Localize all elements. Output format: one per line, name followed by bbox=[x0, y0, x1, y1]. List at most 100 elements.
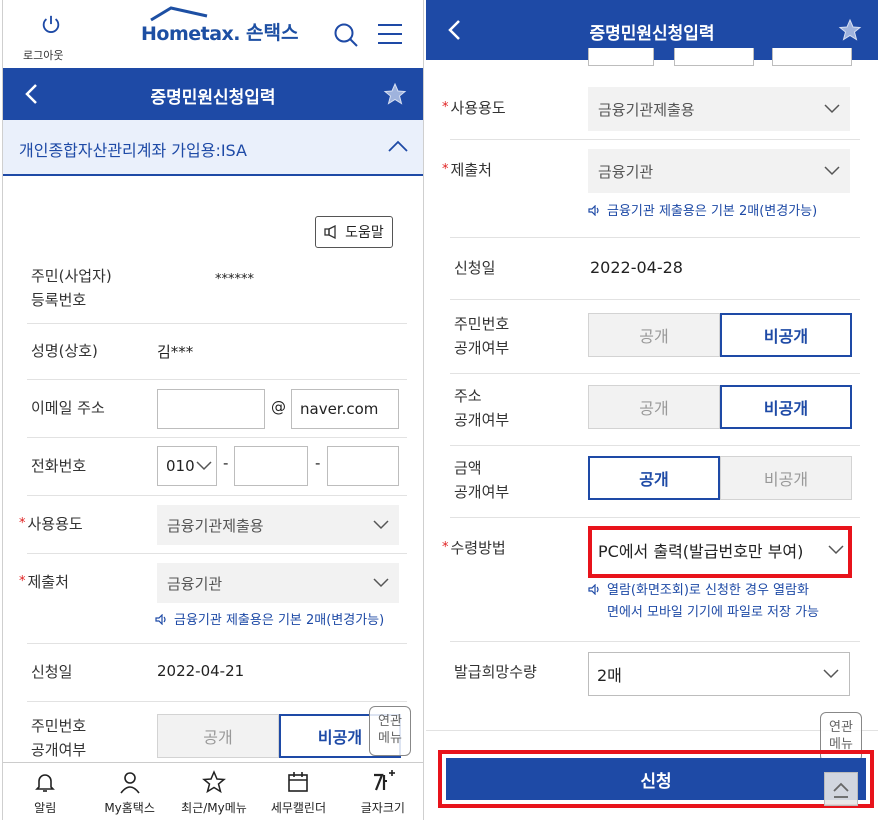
usage-label: * 사용용도 bbox=[442, 99, 506, 117]
amount-private-toggle[interactable]: 비공개 bbox=[720, 456, 852, 500]
email-row: 이메일 주소 @ naver.com bbox=[27, 380, 407, 438]
rrn-disclose-label: 주민번호 공개여부 bbox=[454, 315, 510, 357]
resident-number-row: 주민(사업자) 등록번호 ****** bbox=[27, 258, 407, 324]
rrn-private-toggle[interactable]: 비공개 bbox=[720, 313, 852, 357]
related-menu-button[interactable]: 연관 메뉴 bbox=[369, 706, 411, 756]
date-value: 2022-04-21 bbox=[157, 662, 245, 680]
usage-label: * 사용용도 bbox=[19, 515, 83, 533]
usage-select[interactable]: 금융기관제출용 bbox=[157, 505, 399, 545]
partial-input-3[interactable] bbox=[772, 48, 852, 66]
favorite-star-icon[interactable] bbox=[383, 82, 407, 106]
chevron-down-icon bbox=[823, 669, 839, 679]
nav-alert[interactable]: 알림 bbox=[3, 763, 87, 820]
help-button[interactable]: 도움말 bbox=[315, 216, 393, 248]
submit-to-select[interactable]: 금융기관 bbox=[157, 563, 399, 603]
title-bar: 증명민원신청입력 bbox=[3, 68, 423, 120]
power-icon bbox=[42, 15, 60, 33]
required-mark: * bbox=[442, 162, 449, 177]
hamburger-menu-icon[interactable] bbox=[377, 22, 403, 46]
public-toggle[interactable]: 공개 bbox=[157, 714, 279, 758]
email-id-input[interactable] bbox=[157, 389, 265, 429]
favorite-star-icon[interactable] bbox=[838, 18, 862, 42]
rrn-public-toggle[interactable]: 공개 bbox=[588, 313, 720, 357]
roof-icon bbox=[150, 6, 208, 22]
top-header: 로그아웃 Hometax. 손택스 bbox=[3, 0, 423, 68]
calendar-icon bbox=[288, 772, 309, 792]
required-mark: * bbox=[442, 540, 449, 555]
logo-sontax-text: 손택스 bbox=[246, 22, 299, 44]
rrn-disclose-label: 주민번호 공개여부 bbox=[31, 717, 87, 759]
submit-to-label: * 제출처 bbox=[19, 573, 69, 591]
required-mark: * bbox=[442, 100, 449, 115]
section-title: 개인종합자산관리계좌 가입용:ISA bbox=[19, 141, 247, 160]
date-label: 신청일 bbox=[31, 663, 73, 681]
address-private-toggle[interactable]: 비공개 bbox=[720, 385, 852, 429]
resident-number-value: ****** bbox=[215, 272, 254, 287]
hometax-logo[interactable]: Hometax. 손택스 bbox=[141, 6, 299, 45]
person-icon bbox=[119, 772, 140, 794]
sound-icon bbox=[588, 584, 599, 595]
section-accordion-header[interactable]: 개인종합자산관리계좌 가입용:ISA bbox=[3, 120, 423, 176]
amount-public-toggle[interactable]: 공개 bbox=[588, 456, 720, 500]
sound-icon bbox=[588, 205, 599, 216]
usage-select[interactable]: 금융기관제출용 bbox=[588, 87, 850, 131]
phone-dash-1: - bbox=[223, 454, 229, 472]
date-value: 2022-04-28 bbox=[590, 258, 683, 277]
submit-button[interactable]: 신청 bbox=[446, 758, 866, 800]
chevron-down-icon bbox=[373, 578, 389, 588]
nav-font-size[interactable]: 글자크기 bbox=[341, 763, 423, 820]
submit-to-row: * 제출처 금융기관 금융기관 제출용은 기본 2매(변경가능) bbox=[442, 140, 860, 238]
logo-hometax-text: Hometax. bbox=[141, 23, 241, 45]
chevron-down-icon bbox=[824, 166, 840, 176]
phone-row: 전화번호 010 - - bbox=[27, 438, 407, 496]
nav-my-hometax[interactable]: My홈택스 bbox=[87, 763, 171, 820]
date-row: 신청일 2022-04-21 bbox=[27, 644, 407, 702]
logout-button[interactable]: 로그아웃 bbox=[23, 14, 79, 62]
star-icon bbox=[202, 770, 226, 794]
chevron-down-icon bbox=[824, 104, 840, 114]
bottom-nav: 알림 My홈택스 최근/My메뉴 세무캘린더 글자크기 bbox=[3, 762, 423, 820]
date-row: 신청일 2022-04-28 bbox=[450, 238, 860, 300]
email-domain-input[interactable]: naver.com bbox=[291, 389, 399, 429]
logout-label: 로그아웃 bbox=[23, 49, 64, 62]
partial-input-2[interactable] bbox=[674, 48, 754, 66]
search-icon[interactable] bbox=[333, 22, 359, 48]
copies-note: 금융기관 제출용은 기본 2매(변경가능) bbox=[588, 201, 817, 223]
submit-to-select[interactable]: 금융기관 bbox=[588, 149, 850, 193]
phone-last-input[interactable] bbox=[327, 446, 399, 486]
page-title: 증명민원신청입력 bbox=[150, 88, 276, 108]
required-mark: * bbox=[19, 516, 26, 531]
phone-middle-input[interactable] bbox=[234, 446, 308, 486]
usage-row: * 사용용도 금융기관제출용 bbox=[19, 496, 407, 554]
phone-label: 전화번호 bbox=[31, 457, 87, 475]
chevron-down-icon bbox=[196, 461, 212, 471]
copies-label: 발급희망수량 bbox=[454, 663, 537, 681]
scroll-to-top-button[interactable] bbox=[824, 772, 858, 806]
page-title: 증명민원신청입력 bbox=[589, 24, 715, 44]
email-label: 이메일 주소 bbox=[31, 399, 105, 417]
email-at-sign: @ bbox=[271, 398, 286, 416]
chevron-down-icon bbox=[373, 520, 389, 530]
rrn-disclose-row: 주민번호 공개여부 공개 비공개 bbox=[450, 300, 860, 374]
nav-tax-calendar[interactable]: 세무캘린더 bbox=[256, 763, 340, 820]
left-screen: 로그아웃 Hometax. 손택스 증명민원신청입력 개인종합자산관리계좌 가입… bbox=[2, 0, 424, 820]
name-value: 김*** bbox=[157, 343, 194, 361]
copies-row: 발급희망수량 2매 bbox=[450, 642, 860, 708]
chevron-up-icon bbox=[388, 140, 408, 152]
sound-icon bbox=[155, 614, 166, 625]
nav-recent-menu[interactable]: 최근/My메뉴 bbox=[172, 763, 256, 820]
copies-select[interactable]: 2매 bbox=[588, 652, 850, 696]
speaker-icon bbox=[324, 225, 336, 239]
divider bbox=[426, 730, 878, 731]
phone-prefix-select[interactable]: 010 bbox=[157, 446, 217, 486]
partial-input-1[interactable] bbox=[588, 48, 654, 66]
right-screen: 증명민원신청입력 * 사용용도 금융기관제출용 * 제출처 금융기관 금융기관 제출… bbox=[426, 0, 878, 820]
address-disclose-row: 주소 공개여부 공개 비공개 bbox=[450, 374, 860, 446]
address-public-toggle[interactable]: 공개 bbox=[588, 385, 720, 429]
resident-number-label: 주민(사업자) 등록번호 bbox=[31, 267, 112, 309]
submit-to-label: * 제출처 bbox=[442, 161, 492, 179]
bell-icon bbox=[35, 774, 56, 792]
help-label: 도움말 bbox=[345, 225, 384, 241]
receive-method-label: * 수령방법 bbox=[442, 539, 506, 557]
amount-disclose-label: 금액 공개여부 bbox=[454, 459, 510, 501]
